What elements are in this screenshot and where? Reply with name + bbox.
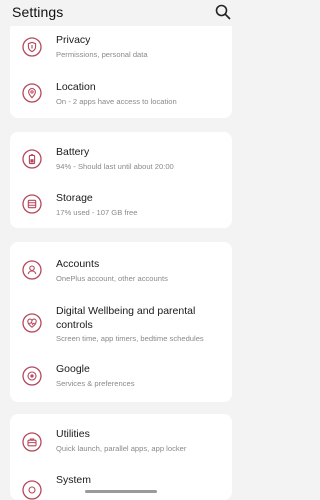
settings-item-system[interactable]: System (10, 462, 232, 500)
google-icon (22, 366, 42, 386)
account-icon (22, 260, 42, 280)
search-icon[interactable] (214, 3, 232, 21)
settings-item-title: Storage (56, 192, 93, 204)
settings-item-location[interactable]: Location On - 2 apps have access to loca… (10, 70, 232, 116)
location-pin-icon (22, 83, 42, 103)
battery-icon (22, 149, 42, 169)
settings-item-title: Battery (56, 146, 90, 158)
system-icon (22, 480, 42, 500)
settings-item-digital-wellbeing[interactable]: Digital Wellbeing and parental controls … (10, 300, 232, 350)
settings-group-device: Battery 94% - Should last until about 20… (10, 132, 232, 228)
settings-item-subtitle: Permissions, personal data (56, 50, 148, 59)
gesture-nav-handle[interactable] (85, 490, 157, 493)
settings-item-title: Location (56, 81, 96, 93)
app-bar: Settings (0, 0, 242, 26)
settings-item-subtitle: Screen time, app timers, bedtime schedul… (56, 334, 204, 343)
settings-item-title: Accounts (56, 258, 100, 270)
settings-item-title: Google (56, 363, 90, 375)
settings-item-subtitle: Quick launch, parallel apps, app locker (56, 444, 187, 453)
settings-item-subtitle: Services & preferences (56, 379, 135, 388)
settings-group-privacy: Privacy Permissions, personal data Locat… (10, 20, 232, 118)
settings-item-title: Privacy (56, 34, 91, 46)
settings-item-subtitle: 17% used - 107 GB free (56, 208, 138, 217)
settings-item-subtitle: OnePlus account, other accounts (56, 274, 168, 283)
settings-item-title: System (56, 474, 92, 486)
settings-item-storage[interactable]: Storage 17% used - 107 GB free (10, 180, 232, 228)
digital-wellbeing-icon (22, 313, 42, 333)
settings-item-subtitle: 94% - Should last until about 20:00 (56, 162, 174, 171)
privacy-shield-icon (22, 37, 42, 57)
utilities-icon (22, 432, 42, 452)
settings-item-battery[interactable]: Battery 94% - Should last until about 20… (10, 132, 232, 180)
page-title: Settings (12, 4, 64, 20)
settings-item-utilities[interactable]: Utilities Quick launch, parallel apps, a… (10, 414, 232, 460)
storage-icon (22, 194, 42, 214)
settings-group-accounts: Accounts OnePlus account, other accounts… (10, 242, 232, 402)
settings-item-title: Digital Wellbeing and parental controls (56, 305, 196, 331)
settings-item-title: Utilities (56, 428, 90, 440)
settings-item-subtitle: On - 2 apps have access to location (56, 97, 177, 106)
settings-item-accounts[interactable]: Accounts OnePlus account, other accounts (10, 242, 232, 288)
settings-group-system: Utilities Quick launch, parallel apps, a… (10, 414, 232, 500)
settings-item-google[interactable]: Google Services & preferences (10, 354, 232, 400)
settings-item-privacy[interactable]: Privacy Permissions, personal data (10, 20, 232, 68)
